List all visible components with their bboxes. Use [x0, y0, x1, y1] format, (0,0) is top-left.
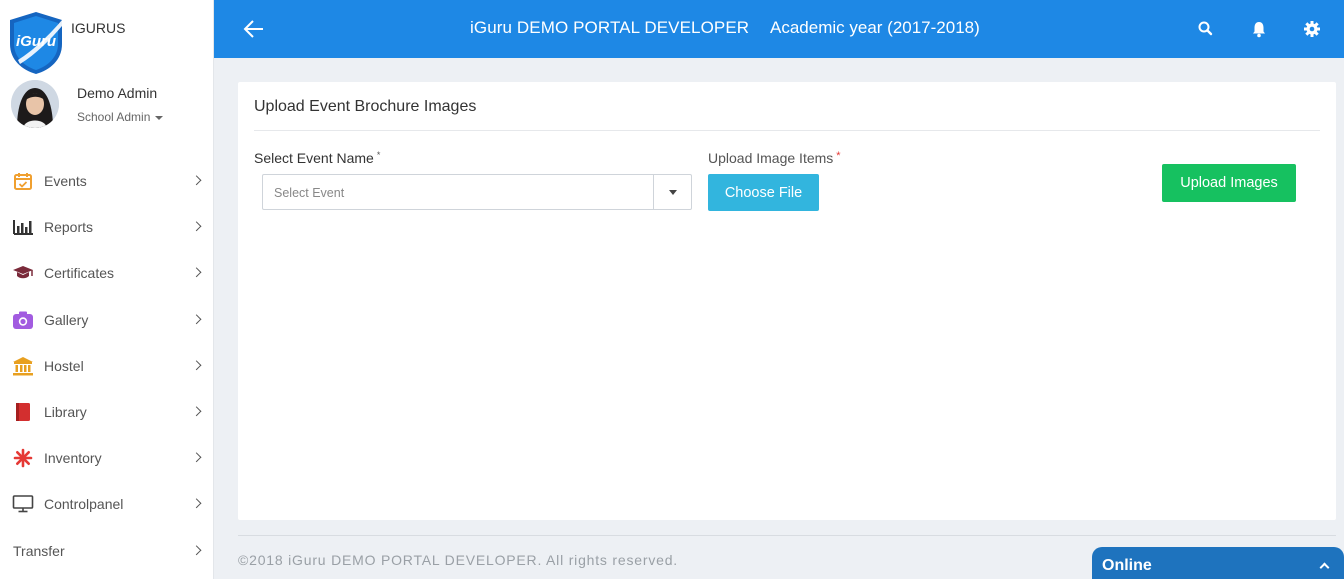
- sidebar-item-hostel[interactable]: Hostel: [0, 343, 214, 389]
- user-name: Demo Admin: [77, 85, 158, 101]
- brand-logo[interactable]: iGuru: [6, 10, 66, 76]
- upload-image-items-label: Upload Image Items *: [708, 150, 841, 166]
- calendar-check-icon: [12, 170, 34, 192]
- user-role-label: School Admin: [77, 110, 151, 124]
- select-event-placeholder: Select Event: [274, 186, 345, 200]
- select-event-dropdown[interactable]: Select Event: [262, 174, 692, 210]
- avatar[interactable]: [11, 80, 59, 128]
- graduation-cap-icon: [12, 262, 34, 284]
- back-arrow-icon[interactable]: [242, 17, 266, 41]
- dropdown-toggle[interactable]: [653, 175, 691, 209]
- sidebar-item-label: Controlpanel: [44, 496, 124, 513]
- brand-name: IGURUS: [71, 20, 126, 36]
- card-divider: [254, 130, 1320, 131]
- chat-status: Online: [1102, 557, 1152, 574]
- monitor-icon: [12, 493, 34, 515]
- required-marker: *: [376, 150, 381, 160]
- sidebar-item-label: Inventory: [44, 450, 102, 467]
- chevron-right-icon: [191, 544, 202, 555]
- online-chat-widget[interactable]: Online: [1092, 547, 1344, 579]
- sidebar-item-label: Transfer: [13, 542, 65, 559]
- academic-year: Academic year (2017-2018): [770, 18, 980, 37]
- caret-down-icon: [155, 115, 164, 120]
- sidebar: iGuru IGURUS Demo Admin School Admin Eve…: [0, 0, 214, 579]
- sidebar-item-inventory[interactable]: Inventory: [0, 435, 214, 481]
- chevron-right-icon: [191, 360, 202, 371]
- card-title: Upload Event Brochure Images: [254, 98, 477, 115]
- chevron-right-icon: [191, 498, 202, 509]
- chevron-right-icon: [191, 452, 202, 463]
- event-name-label: Select Event Name *: [254, 150, 380, 166]
- sidebar-item-label: Reports: [44, 219, 94, 236]
- bar-chart-icon: [12, 216, 34, 238]
- bell-icon[interactable]: [1249, 19, 1269, 39]
- search-icon[interactable]: [1196, 19, 1216, 39]
- top-header: iGuru DEMO PORTAL DEVELOPER Academic yea…: [214, 0, 1344, 58]
- sidebar-item-library[interactable]: Library: [0, 389, 214, 435]
- required-marker: *: [836, 150, 841, 162]
- caret-down-icon: [669, 190, 677, 195]
- camera-icon: [12, 309, 34, 331]
- chevron-right-icon: [191, 267, 202, 278]
- sidebar-item-label: Library: [44, 404, 87, 421]
- choose-file-button[interactable]: Choose File: [708, 174, 819, 211]
- upload-image-items-label-text: Upload Image Items: [708, 150, 834, 166]
- chevron-up-icon[interactable]: [1319, 562, 1330, 573]
- sidebar-item-gallery[interactable]: Gallery: [0, 297, 214, 343]
- portal-title: iGuru DEMO PORTAL DEVELOPER: [470, 18, 750, 37]
- event-name-label-text: Select Event Name: [254, 150, 374, 166]
- svg-text:iGuru: iGuru: [16, 33, 56, 50]
- chevron-right-icon: [191, 314, 202, 324]
- sidebar-item-controlpanel[interactable]: Controlpanel: [0, 481, 214, 527]
- footer-copyright: ©2018 iGuru DEMO PORTAL DEVELOPER. All r…: [238, 552, 678, 568]
- user-role-dropdown[interactable]: School Admin: [77, 110, 164, 124]
- sidebar-item-reports[interactable]: Reports: [0, 204, 214, 250]
- asterisk-icon: [12, 447, 34, 469]
- sidebar-nav: Events Reports Certificates Gallery Host…: [0, 158, 214, 574]
- gear-icon[interactable]: [1302, 19, 1322, 39]
- chevron-right-icon: [191, 406, 202, 417]
- footer-divider: [238, 535, 1336, 536]
- upload-images-button[interactable]: Upload Images: [1162, 164, 1296, 202]
- sidebar-item-label: Hostel: [44, 357, 84, 374]
- sidebar-item-label: Gallery: [44, 311, 89, 328]
- book-icon: [12, 401, 34, 423]
- upload-brochure-card: Upload Event Brochure Images Select Even…: [238, 82, 1336, 520]
- chevron-right-icon: [191, 221, 202, 232]
- sidebar-item-certificates[interactable]: Certificates: [0, 250, 214, 296]
- sidebar-item-label: Certificates: [44, 265, 115, 282]
- building-icon: [12, 355, 34, 377]
- sidebar-item-events[interactable]: Events: [0, 158, 214, 204]
- chevron-right-icon: [191, 175, 202, 186]
- sidebar-item-label: Events: [44, 173, 87, 190]
- sidebar-item-transfer[interactable]: Transfer: [0, 528, 214, 574]
